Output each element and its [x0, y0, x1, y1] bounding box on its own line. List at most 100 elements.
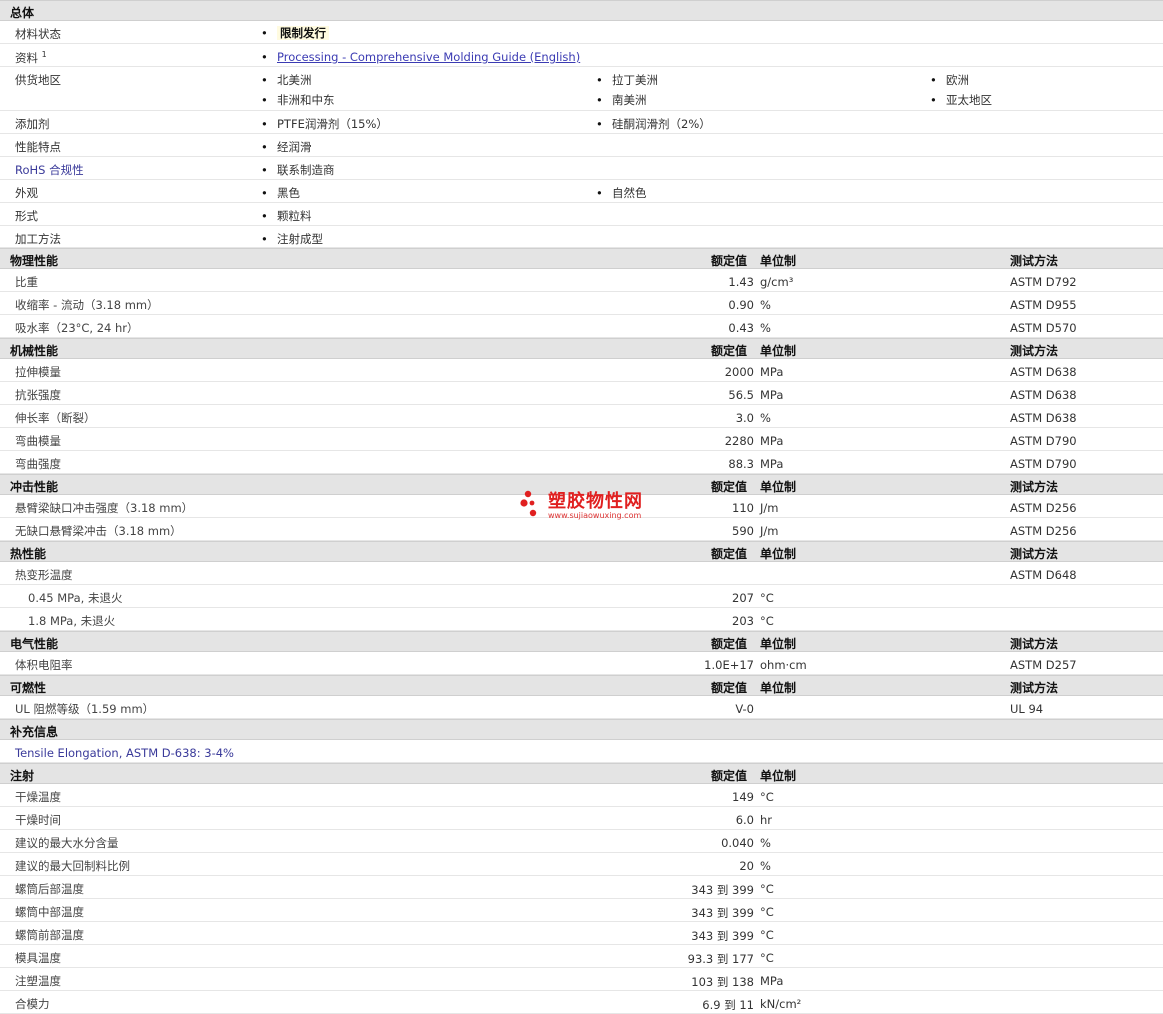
table-row: 螺筒前部温度 343 到 399 °C: [0, 922, 1163, 945]
section-title: 电气性能: [10, 637, 59, 651]
row-label: 供货地区: [15, 73, 61, 87]
row-method: ASTM D792: [1010, 275, 1077, 289]
row-label: 材料状态: [15, 27, 61, 41]
row-process: 加工方法 注射成型: [0, 226, 1163, 248]
row-appearance: 外观 黑色 自然色: [0, 180, 1163, 203]
row-unit: %: [760, 298, 771, 312]
row-value: 0.90: [728, 298, 754, 312]
row-label: 无缺口悬臂梁冲击（3.18 mm）: [15, 524, 182, 538]
table-row: 无缺口悬臂梁冲击（3.18 mm） 590 J/m ASTM D256: [0, 518, 1163, 541]
row-method: ASTM D256: [1010, 524, 1077, 538]
row-label: UL 阻燃等级（1.59 mm）: [15, 702, 155, 716]
table-row: 建议的最大回制料比例 20%: [0, 853, 1163, 876]
form-item: 颗粒料: [261, 208, 312, 224]
table-row: 伸长率（断裂） 3.0% ASTM D638: [0, 405, 1163, 428]
row-unit: %: [760, 321, 771, 335]
supplement-row: Tensile Elongation, ASTM D-638: 3-4%: [0, 740, 1163, 763]
row-method: ASTM D955: [1010, 298, 1077, 312]
table-row: 干燥温度 149 °C: [0, 784, 1163, 807]
region-item: 拉丁美洲: [596, 72, 658, 88]
row-value: V-0: [735, 702, 754, 716]
row-form: 形式 颗粒料: [0, 203, 1163, 226]
row-label: 1.8 MPa, 未退火: [28, 614, 116, 628]
table-row: 模具温度 93.3 到 177 °C: [0, 945, 1163, 968]
table-row: 收缩率 - 流动（3.18 mm） 0.90% ASTM D955: [0, 292, 1163, 315]
table-row: 热变形温度 ASTM D648: [0, 562, 1163, 585]
unit-header: 单位制: [760, 681, 797, 695]
watermark: 塑胶物性网 www.sujiaowuxing.com: [520, 487, 643, 520]
section-header: 物理性能 额定值 单位制 测试方法: [0, 248, 1163, 269]
row-label: 合模力: [15, 997, 50, 1011]
row-label: 螺筒中部温度: [15, 905, 84, 919]
row-unit: °C: [760, 951, 774, 965]
method-header: 测试方法: [1010, 681, 1059, 695]
unit-header: 单位制: [760, 344, 797, 358]
processing-guide-link[interactable]: Processing - Comprehensive Molding Guide…: [277, 50, 580, 64]
row-method: ASTM D638: [1010, 388, 1077, 402]
row-unit: °C: [760, 614, 774, 628]
row-label: 螺筒前部温度: [15, 928, 84, 942]
row-method: ASTM D790: [1010, 457, 1077, 471]
row-label: 形式: [15, 209, 38, 223]
row-unit: J/m: [760, 524, 779, 538]
row-unit: hr: [760, 813, 773, 827]
row-label: 比重: [15, 275, 38, 289]
row-value: 2280: [724, 434, 754, 448]
row-unit: J/m: [760, 501, 779, 515]
section-header: 机械性能 额定值 单位制 测试方法: [0, 338, 1163, 359]
nominal-header: 额定值: [711, 681, 748, 695]
section-header: 补充信息: [0, 719, 1163, 740]
row-value: 6.9 到 11: [702, 998, 754, 1012]
method-header: 测试方法: [1010, 637, 1059, 651]
row-value: 149: [732, 790, 754, 804]
row-label: 伸长率（断裂）: [15, 411, 96, 425]
row-label: 弯曲强度: [15, 457, 61, 471]
row-value: 88.3: [728, 457, 754, 471]
section-title: 总体: [10, 6, 35, 20]
unit-header: 单位制: [760, 254, 797, 268]
table-row: 吸水率（23°C, 24 hr） 0.43% ASTM D570: [0, 315, 1163, 338]
watermark-name: 塑胶物性网: [548, 491, 643, 512]
row-label: 悬臂梁缺口冲击强度（3.18 mm）: [15, 501, 194, 515]
row-label: 螺筒后部温度: [15, 882, 84, 896]
unit-header: 单位制: [760, 769, 797, 783]
row-label: 体积电阻率: [15, 658, 73, 672]
table-row: 注塑温度 103 到 138 MPa: [0, 968, 1163, 991]
row-value: 93.3 到 177: [687, 952, 754, 966]
region-item: 北美洲: [261, 72, 312, 88]
row-method: ASTM D257: [1010, 658, 1077, 672]
row-label: 干燥时间: [15, 813, 61, 827]
nominal-header: 额定值: [711, 254, 748, 268]
nominal-header: 额定值: [711, 637, 748, 651]
row-method: ASTM D790: [1010, 434, 1077, 448]
watermark-url: www.sujiaowuxing.com: [548, 511, 642, 520]
region-item: 非洲和中东: [261, 92, 335, 108]
unit-header: 单位制: [760, 637, 797, 651]
row-label: 抗张强度: [15, 388, 61, 402]
row-unit: g/cm³: [760, 275, 794, 289]
row-value: 0.040: [721, 836, 754, 850]
row-method: ASTM D638: [1010, 411, 1077, 425]
nominal-header: 额定值: [711, 344, 748, 358]
row-unit: MPa: [760, 365, 784, 379]
row-value: 103 到 138: [691, 975, 754, 989]
section-title: 热性能: [10, 547, 47, 561]
nominal-header: 额定值: [711, 769, 748, 783]
table-row: 合模力 6.9 到 11 kN/cm²: [0, 991, 1163, 1014]
row-value: 6.0: [735, 813, 754, 827]
supplement-text: Tensile Elongation, ASTM D-638: 3-4%: [15, 746, 234, 760]
row-label: 注塑温度: [15, 974, 61, 988]
row-unit: %: [760, 836, 771, 850]
rohs-item: 联系制造商: [261, 162, 335, 178]
status-value: 限制发行: [261, 25, 329, 41]
row-label: 0.45 MPa, 未退火: [28, 591, 123, 605]
nominal-header: 额定值: [711, 480, 748, 494]
table-row: 弯曲强度 88.3 MPa ASTM D790: [0, 451, 1163, 474]
section-title: 物理性能: [10, 254, 59, 268]
row-label: 资料 1: [15, 50, 47, 65]
table-row: 1.8 MPa, 未退火 203 °C: [0, 608, 1163, 631]
method-header: 测试方法: [1010, 254, 1059, 268]
row-value: 3.0: [735, 411, 754, 425]
row-status: 材料状态 限制发行: [0, 21, 1163, 44]
table-row: 螺筒中部温度 343 到 399 °C: [0, 899, 1163, 922]
